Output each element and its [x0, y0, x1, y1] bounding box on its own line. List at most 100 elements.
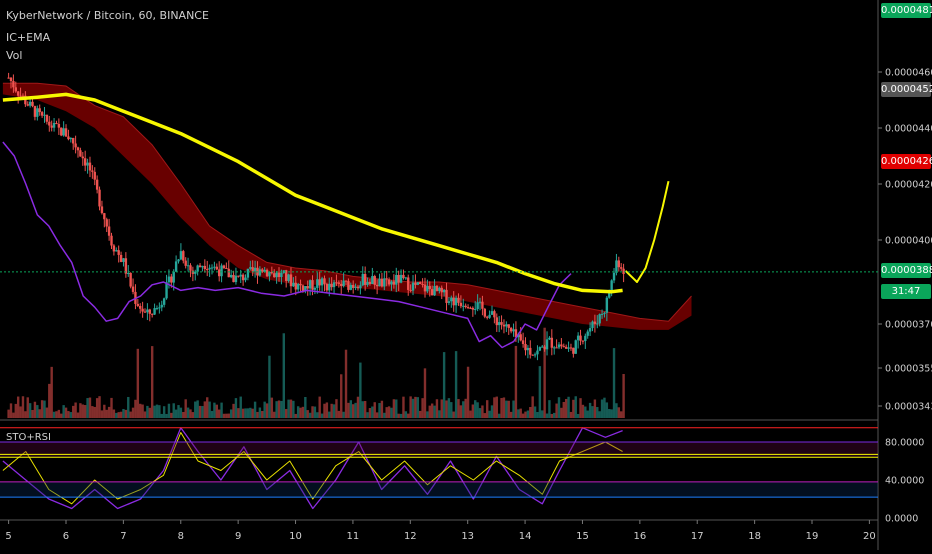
- candle-body: [33, 106, 37, 117]
- candle-body: [612, 272, 616, 281]
- volume-bar: [52, 411, 56, 418]
- volume-bar: [213, 402, 216, 418]
- volume-bar: [229, 409, 233, 418]
- volume-bar: [567, 396, 570, 418]
- candle-body: [229, 274, 233, 278]
- volume-bar: [227, 413, 230, 418]
- candle-body: [354, 286, 357, 288]
- indicator-vol-label[interactable]: Vol: [6, 49, 22, 62]
- indicator-ic-ema-label[interactable]: IC+EMA: [6, 31, 50, 44]
- candle-body: [493, 311, 496, 318]
- volume-bar: [261, 410, 264, 418]
- volume-bar: [500, 398, 503, 418]
- price-axis-label: 0.00004200: [885, 180, 932, 191]
- candle-body: [189, 265, 192, 271]
- candle-body: [98, 189, 101, 207]
- candle-body: [306, 286, 309, 289]
- volume-bar: [277, 400, 281, 418]
- volume-bar: [100, 410, 104, 418]
- volume-bar: [258, 407, 262, 418]
- candle-body: [170, 276, 173, 283]
- candle-body: [440, 287, 443, 293]
- candle-body: [222, 265, 226, 268]
- candle-body: [115, 250, 118, 252]
- candle-body: [110, 235, 113, 246]
- candle-body: [237, 275, 240, 277]
- volume-bar: [524, 411, 527, 418]
- candle-body: [486, 316, 489, 318]
- volume-bar: [526, 410, 530, 418]
- volume-bar: [124, 409, 128, 418]
- volume-bar: [189, 409, 192, 418]
- time-axis-label: 11: [347, 531, 360, 542]
- candle-body: [308, 280, 312, 289]
- candle-body: [622, 268, 625, 275]
- price-chart-svg[interactable]: 0.00004600 0.00004400 0.00004200 0.00004000…: [0, 0, 932, 550]
- price-axis-label: 0.00003700: [885, 320, 932, 331]
- candle-body: [330, 283, 333, 288]
- candle-body: [112, 245, 116, 252]
- volume-bar: [62, 405, 65, 418]
- volume-bar: [529, 407, 532, 418]
- candle-body: [399, 274, 403, 283]
- candle-body: [150, 313, 154, 315]
- candle-body: [620, 267, 623, 269]
- candle-body: [584, 335, 587, 341]
- price-tag-ema: 0.00004529: [881, 82, 932, 97]
- candle-body: [433, 285, 436, 296]
- candle-body: [16, 91, 20, 96]
- volume-bar: [45, 407, 49, 418]
- candle-body: [421, 284, 424, 286]
- candle-body: [380, 278, 384, 287]
- volume-bar: [447, 398, 451, 418]
- volume-bar: [316, 412, 319, 418]
- candle-body: [392, 281, 396, 285]
- oscillator-label[interactable]: STO+RSI: [6, 432, 51, 443]
- volume-bar: [299, 407, 302, 418]
- volume-bar: [507, 400, 510, 418]
- candle-body: [217, 269, 221, 277]
- candle-body: [52, 122, 56, 128]
- volume-bar: [512, 400, 515, 418]
- volume-bar: [385, 407, 388, 418]
- oscillator-axis-label: 40.0000: [885, 476, 924, 487]
- time-axis-label: 7: [120, 531, 126, 542]
- volume-bar: [533, 406, 537, 418]
- candle-body: [143, 311, 147, 313]
- volume-bar: [76, 412, 80, 418]
- volume-bar: [294, 413, 297, 418]
- volume-bar: [186, 407, 190, 418]
- volume-bar: [474, 400, 477, 418]
- volume-bar: [332, 404, 336, 418]
- candle-body: [497, 322, 501, 326]
- volume-bar: [383, 412, 386, 418]
- chart-root[interactable]: 0.00004600 0.00004400 0.00004200 0.00004000…: [0, 0, 932, 550]
- candle-body: [495, 317, 498, 326]
- candle-body: [184, 260, 187, 266]
- price-tag-last: 0.00003886: [881, 263, 932, 278]
- volume-bar: [134, 399, 137, 418]
- candle-body: [375, 284, 379, 287]
- volume-bar: [249, 407, 252, 418]
- volume-bar: [605, 402, 609, 418]
- volume-bar: [196, 400, 199, 418]
- candle-body: [239, 274, 242, 277]
- candle-body: [397, 274, 400, 283]
- volume-bar: [237, 408, 240, 418]
- candle-body: [560, 344, 563, 347]
- volume-bar: [172, 403, 175, 418]
- volume-bar: [517, 409, 520, 418]
- volume-bar: [564, 398, 568, 418]
- volume-bar: [404, 411, 408, 418]
- volume-bar: [31, 409, 34, 418]
- time-axis-label: 10: [289, 531, 302, 542]
- volume-bar: [574, 396, 577, 418]
- volume-bar: [560, 407, 563, 418]
- volume-bar: [576, 413, 580, 418]
- candle-body: [206, 269, 209, 271]
- candle-body: [139, 305, 142, 309]
- candle-body: [359, 285, 362, 289]
- volume-bar: [9, 403, 13, 418]
- candle-body: [593, 321, 597, 324]
- volume-bar: [349, 400, 353, 418]
